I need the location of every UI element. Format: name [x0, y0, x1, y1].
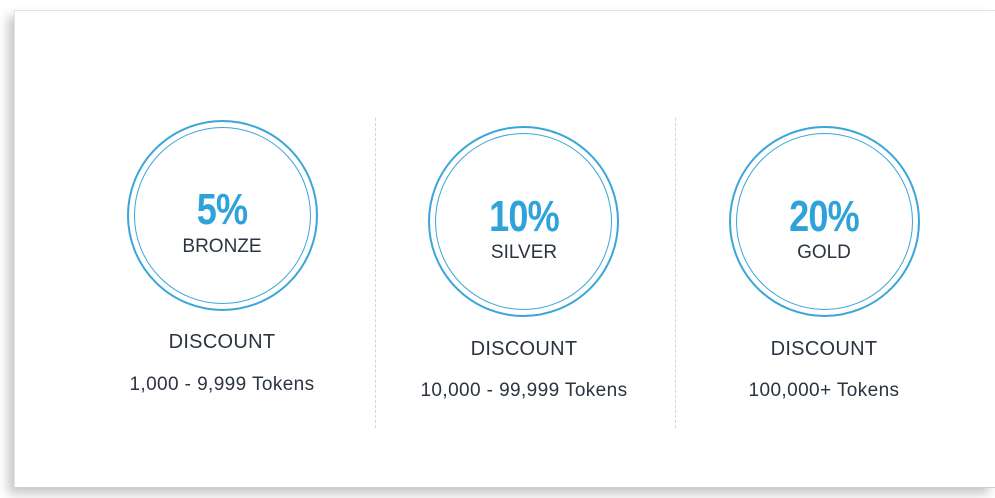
- tier-name: SILVER: [490, 242, 558, 263]
- tier-percent: 20%: [789, 192, 860, 241]
- tier-token-range: 10,000 - 99,999 Tokens: [420, 380, 628, 401]
- tier-token-range: 100,000+ Tokens: [748, 380, 900, 401]
- tier-discount-label: DISCOUNT: [168, 331, 276, 353]
- tier-discount-label: DISCOUNT: [770, 338, 878, 360]
- tier-token-range: 1,000 - 9,999 Tokens: [129, 374, 315, 395]
- discount-tiers-card: 5% BRONZE DISCOUNT 1,000 - 9,999 Tokens …: [14, 10, 995, 488]
- tier-name: GOLD: [797, 242, 851, 263]
- tier-percent: 5%: [196, 185, 248, 234]
- tier-divider: [375, 118, 376, 428]
- tier-name: BRONZE: [182, 236, 262, 257]
- tier-discount-label: DISCOUNT: [470, 338, 578, 360]
- tier-divider: [675, 118, 676, 428]
- tier-percent: 10%: [489, 192, 560, 241]
